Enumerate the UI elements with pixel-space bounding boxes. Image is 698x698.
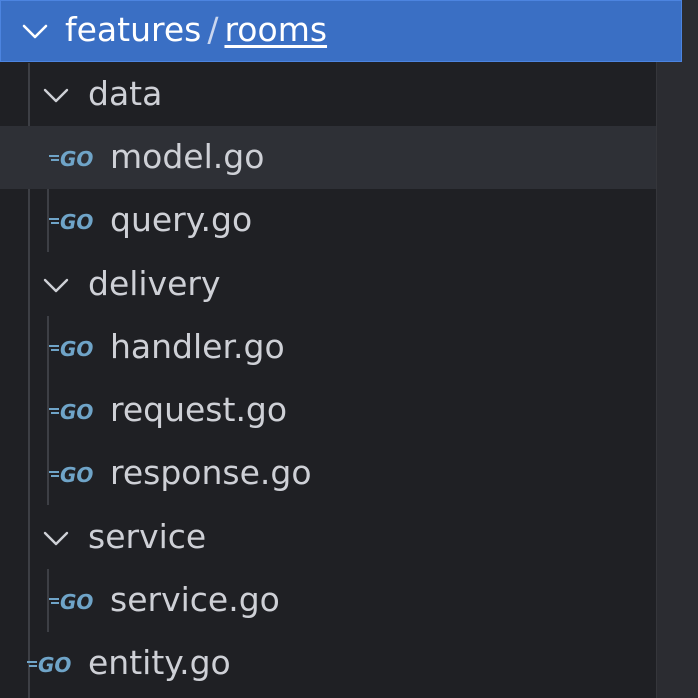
go-file-icon: GO: [48, 462, 100, 488]
svg-text:GO: GO: [60, 400, 93, 424]
go-file-icon: GO: [26, 652, 78, 678]
tree-file-request-go[interactable]: GO request.go: [0, 379, 656, 442]
tree-folder-data[interactable]: data: [0, 63, 656, 126]
svg-text:GO: GO: [60, 147, 93, 171]
root-subfolder-link[interactable]: rooms: [224, 13, 327, 46]
scrollbar-gutter[interactable]: [656, 0, 698, 698]
file-label: request.go: [110, 390, 288, 429]
folder-label: data: [88, 74, 163, 113]
root-folder-name: features: [65, 10, 202, 49]
svg-text:GO: GO: [60, 590, 93, 614]
file-label: service.go: [110, 580, 280, 619]
chevron-down-icon[interactable]: [42, 81, 70, 109]
file-label: response.go: [110, 453, 312, 492]
chevron-down-icon[interactable]: [42, 271, 70, 299]
svg-text:GO: GO: [60, 210, 93, 234]
folder-label: delivery: [88, 264, 221, 303]
tree-file-model-go[interactable]: GO model.go: [0, 126, 656, 189]
project-explorer: features / rooms data GO model.go GO que…: [0, 0, 698, 698]
chevron-down-icon[interactable]: [21, 17, 49, 45]
go-file-icon: GO: [48, 336, 100, 362]
tree-root-features-rooms[interactable]: features / rooms: [0, 0, 682, 62]
tree-folder-service[interactable]: service: [0, 506, 656, 569]
chevron-down-icon[interactable]: [42, 524, 70, 552]
tree-folder-delivery[interactable]: delivery: [0, 253, 656, 316]
go-file-icon: GO: [48, 399, 100, 425]
root-path: features / rooms: [65, 13, 327, 46]
file-label: query.go: [110, 200, 253, 239]
tree-file-query-go[interactable]: GO query.go: [0, 189, 656, 252]
file-label: model.go: [110, 137, 265, 176]
svg-text:GO: GO: [60, 337, 93, 361]
tree-file-service-go[interactable]: GO service.go: [0, 569, 656, 632]
go-file-icon: GO: [48, 589, 100, 615]
file-label: entity.go: [88, 643, 231, 682]
file-label: handler.go: [110, 327, 285, 366]
tree-file-response-go[interactable]: GO response.go: [0, 442, 656, 505]
tree-file-handler-go[interactable]: GO handler.go: [0, 316, 656, 379]
tree-file-entity-go[interactable]: GO entity.go: [0, 632, 656, 695]
go-file-icon: GO: [48, 209, 100, 235]
svg-text:GO: GO: [38, 653, 71, 677]
go-file-icon: GO: [48, 146, 100, 172]
folder-label: service: [88, 517, 207, 556]
svg-text:GO: GO: [60, 463, 93, 487]
path-separator: /: [207, 10, 219, 49]
